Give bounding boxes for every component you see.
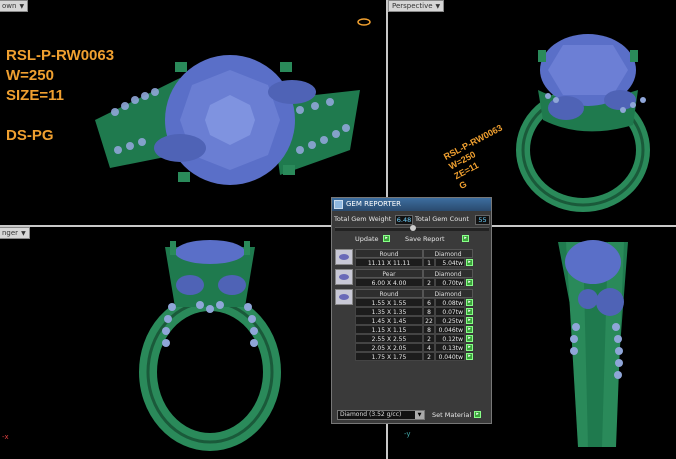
- ring-size-label: SIZE=11: [6, 87, 64, 104]
- slider-knob[interactable]: [410, 225, 416, 231]
- gem-count-cell: 8: [423, 307, 435, 316]
- gem-size-cell: 2.55 X 2.55: [355, 334, 423, 343]
- total-weight-value: 6.48: [395, 215, 413, 225]
- front-viewport[interactable]: nger ▼ -x: [0, 227, 386, 459]
- gem-weight-cell: 0.25tw: [435, 316, 465, 325]
- gem-size-cell: 2.05 X 2.05: [355, 343, 423, 352]
- gem-size-cell: 1.55 X 1.55: [355, 298, 423, 307]
- gem-weight-cell: 0.046tw: [435, 325, 465, 334]
- gem-size-cell: 11.11 X 11.11: [355, 258, 423, 267]
- row-select-button[interactable]: ▸: [466, 326, 473, 333]
- gem-material-header: Diamond: [423, 249, 473, 258]
- row-select-button[interactable]: ▸: [466, 259, 473, 266]
- material-select-value: Diamond (3.52 g/cc): [340, 411, 402, 418]
- axis-y-marker: -y: [404, 430, 411, 438]
- gem-weight-cell: 0.08tw: [435, 298, 465, 307]
- round-gem-icon: [335, 289, 353, 305]
- gem-weight-cell: 0.70tw: [435, 278, 465, 287]
- material-select[interactable]: Diamond (3.52 g/cc) ▼: [337, 410, 425, 420]
- gem-count-cell: 8: [423, 325, 435, 334]
- gem-weight-cell: 0.12tw: [435, 334, 465, 343]
- gem-reporter-title: GEM REPORTER: [346, 200, 402, 208]
- ring-type-label: DS-PG: [6, 127, 54, 144]
- row-select-button[interactable]: ▸: [466, 335, 473, 342]
- set-material-button[interactable]: ▸: [474, 411, 481, 418]
- save-report-label[interactable]: Save Report: [405, 234, 445, 244]
- gem-weight-cell: 0.13tw: [435, 343, 465, 352]
- row-select-button[interactable]: ▸: [466, 317, 473, 324]
- gem-weight-cell: 0.07tw: [435, 307, 465, 316]
- total-count-label: Total Gem Count: [415, 215, 469, 223]
- gem-shape-header: Round: [355, 289, 423, 298]
- round-gem-icon: [335, 249, 353, 265]
- gem-count-cell: 2: [423, 278, 435, 287]
- gem-slider[interactable]: [335, 225, 489, 231]
- gem-size-cell: 1.75 X 1.75: [355, 352, 423, 361]
- gem-count-cell: 4: [423, 343, 435, 352]
- gem-shape-header: Round: [355, 249, 423, 258]
- gem-reporter-panel[interactable]: GEM REPORTER Total Gem Weight 6.48 Total…: [331, 197, 492, 424]
- gem-reporter-titlebar[interactable]: GEM REPORTER: [332, 198, 491, 211]
- set-material-row: Set Material ▸: [432, 410, 481, 420]
- update-button[interactable]: ▸: [383, 235, 390, 242]
- ring-weight-label: W=250: [6, 67, 54, 84]
- top-viewport[interactable]: own ▼ RSL-P-RW0063 W=250 SIZE=11 DS-PG: [0, 0, 386, 225]
- total-weight-label: Total Gem Weight: [334, 215, 392, 223]
- row-select-button[interactable]: ▸: [466, 299, 473, 306]
- gem-size-cell: 1.15 X 1.15: [355, 325, 423, 334]
- set-material-label[interactable]: Set Material: [432, 411, 471, 419]
- total-count-value: 55: [475, 215, 490, 225]
- ring-top-render: [95, 18, 371, 185]
- row-select-button[interactable]: ▸: [466, 308, 473, 315]
- gem-size-cell: 6.00 X 4.00: [355, 278, 423, 287]
- row-select-button[interactable]: ▸: [466, 344, 473, 351]
- gem-size-cell: 1.35 X 1.35: [355, 307, 423, 316]
- perspective-viewport[interactable]: Perspective ▼: [388, 0, 676, 225]
- gem-count-cell: 6: [423, 298, 435, 307]
- gem-material-header: Diamond: [423, 269, 473, 278]
- gem-count-cell: 2: [423, 352, 435, 361]
- chevron-down-icon[interactable]: ▼: [415, 411, 424, 419]
- save-report-button[interactable]: ▸: [462, 235, 469, 242]
- row-select-button[interactable]: ▸: [466, 353, 473, 360]
- gem-count-cell: 1: [423, 258, 435, 267]
- axis-marker: -x: [2, 433, 9, 441]
- gem-size-cell: 1.45 X 1.45: [355, 316, 423, 325]
- pear-gem-icon: [335, 269, 353, 285]
- gem-material-header: Diamond: [423, 289, 473, 298]
- gem-count-cell: 2: [423, 334, 435, 343]
- update-label[interactable]: Update: [355, 234, 379, 244]
- gem-shape-header: Pear: [355, 269, 423, 278]
- gem-reporter-icon: [334, 200, 343, 209]
- gem-weight-cell: 0.040tw: [435, 352, 465, 361]
- gem-count-cell: 22: [423, 316, 435, 325]
- row-select-button[interactable]: ▸: [466, 279, 473, 286]
- ring-code-label: RSL-P-RW0063: [6, 47, 115, 64]
- action-row: Update ▸ Save Report ▸: [334, 234, 489, 244]
- gem-weight-cell: 5.04tw: [435, 258, 465, 267]
- ring-perspective-render: [516, 34, 650, 212]
- totals-row: Total Gem Weight 6.48 Total Gem Count 55: [334, 214, 490, 225]
- ring-front-render: [139, 240, 281, 451]
